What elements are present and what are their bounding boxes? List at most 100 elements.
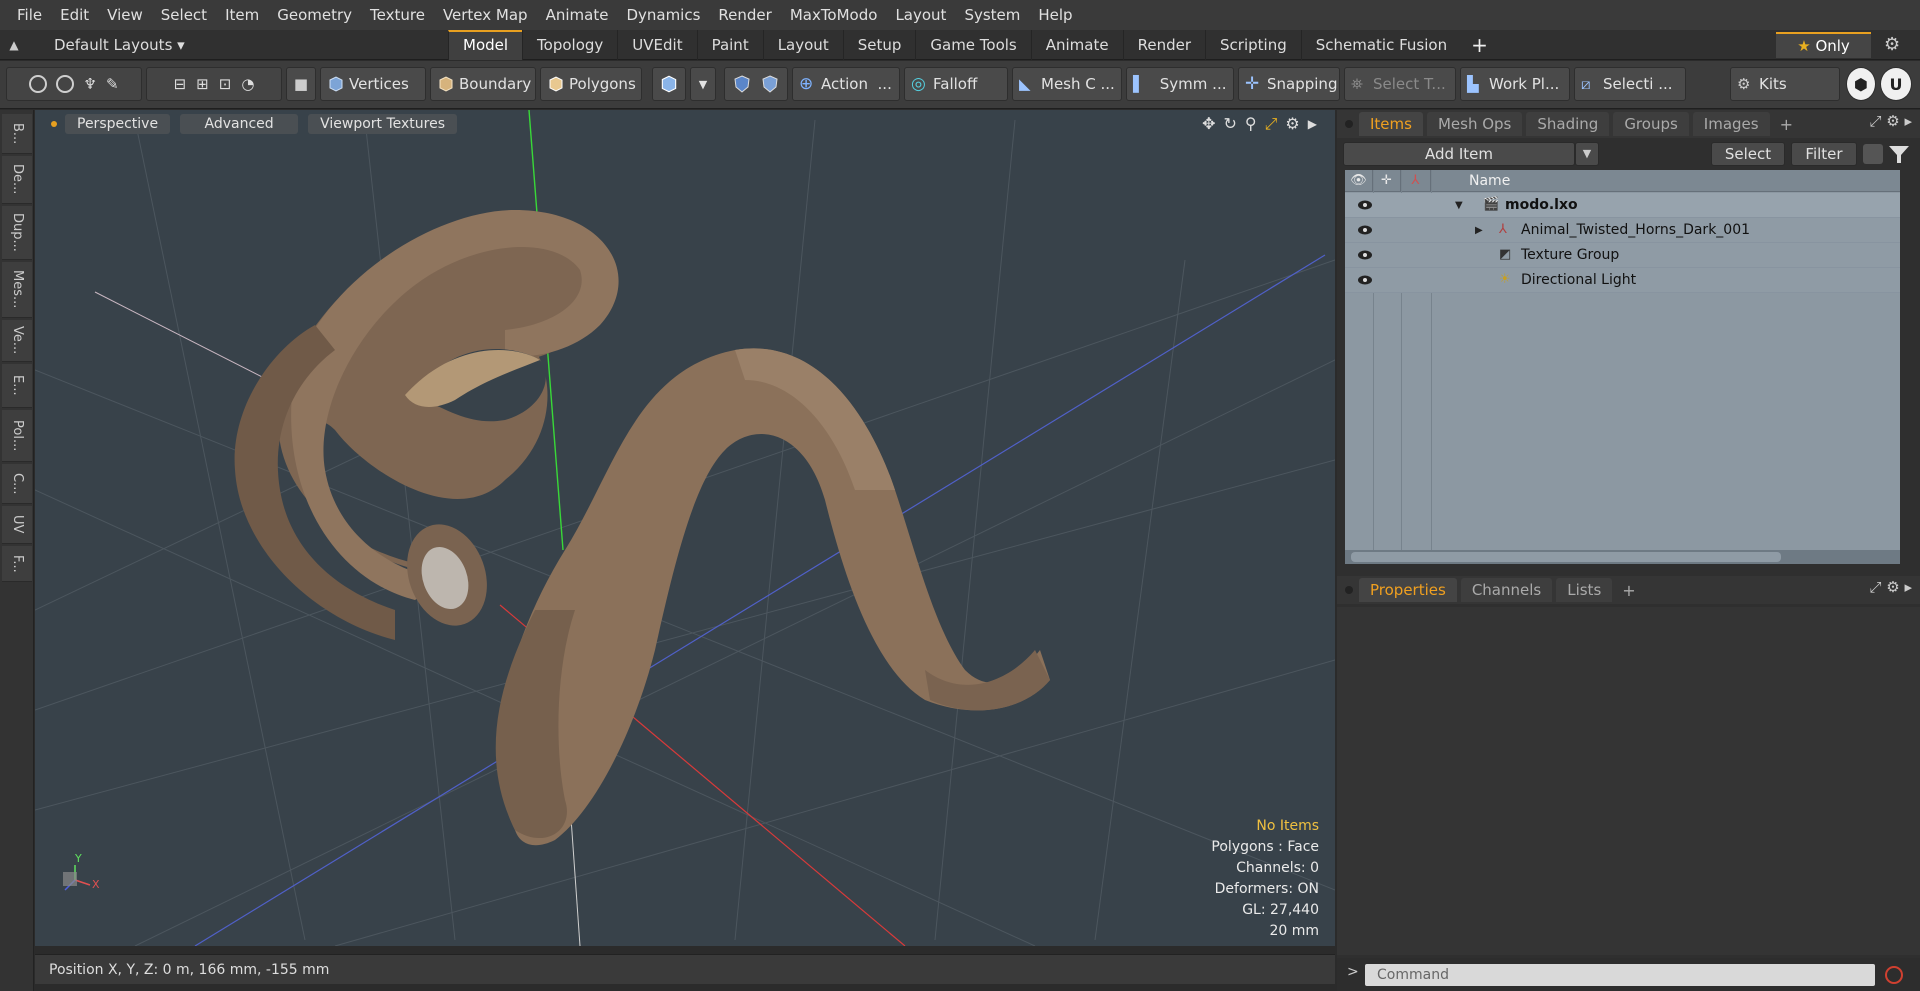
unreal-button[interactable]: U bbox=[1880, 67, 1912, 101]
tab-items[interactable]: Items bbox=[1359, 112, 1423, 136]
item-mode-button[interactable]: ■ bbox=[286, 67, 316, 101]
name-column-header[interactable]: Name bbox=[1469, 170, 1510, 192]
gear-icon[interactable]: ⚙ bbox=[1884, 30, 1900, 60]
symmetry-button[interactable]: ▌ Symm ... bbox=[1126, 67, 1234, 101]
record-icon[interactable] bbox=[1885, 966, 1903, 984]
perspective-button[interactable]: Perspective bbox=[65, 114, 171, 134]
paint-select-icon[interactable]: ✎ bbox=[106, 75, 119, 93]
selection-sets-button[interactable]: ⧄ Selecti ... bbox=[1574, 67, 1686, 101]
move-grid-icon[interactable]: ⊞ bbox=[196, 75, 209, 93]
tab-shading[interactable]: Shading bbox=[1526, 112, 1610, 136]
select-button[interactable]: Select bbox=[1711, 142, 1785, 166]
left-tab-uv[interactable]: UV bbox=[2, 506, 32, 544]
tab-images[interactable]: Images bbox=[1692, 112, 1770, 136]
pan-icon[interactable]: ✥ bbox=[1202, 114, 1215, 134]
element-icon[interactable]: ⊡ bbox=[219, 75, 232, 93]
left-tab-edge[interactable]: E... bbox=[2, 364, 32, 408]
eye-icon[interactable] bbox=[1357, 274, 1373, 286]
tab-model[interactable]: Model bbox=[448, 29, 523, 60]
list-item[interactable]: ▶ ⅄ Animal_Twisted_Horns_Dark_001 bbox=[1345, 218, 1900, 243]
eye-icon[interactable] bbox=[1357, 224, 1373, 236]
maximize-icon[interactable]: ⤢ bbox=[1265, 114, 1278, 134]
viewport-textures-button[interactable]: Viewport Textures bbox=[308, 114, 458, 134]
visibility-col-icon[interactable]: 👁 bbox=[1345, 170, 1373, 192]
list-item[interactable]: ▼ 🎬 modo.lxo bbox=[1345, 193, 1900, 218]
falloff-button[interactable]: ◎ Falloff bbox=[904, 67, 1008, 101]
action-button[interactable]: ⊕ Action ... bbox=[792, 67, 900, 101]
funnel-icon[interactable] bbox=[1889, 146, 1909, 163]
menu-animate[interactable]: Animate bbox=[537, 0, 618, 30]
menu-select[interactable]: Select bbox=[152, 0, 216, 30]
advanced-button[interactable]: Advanced bbox=[180, 114, 299, 134]
menu-edit[interactable]: Edit bbox=[51, 0, 98, 30]
lock-col-icon[interactable]: ✛ bbox=[1373, 170, 1401, 192]
tab-mesh-ops[interactable]: Mesh Ops bbox=[1426, 112, 1523, 136]
menu-layout[interactable]: Layout bbox=[886, 0, 955, 30]
command-input[interactable]: Command bbox=[1365, 964, 1875, 986]
eye-icon[interactable] bbox=[1357, 249, 1373, 261]
globe-icon[interactable] bbox=[56, 75, 75, 93]
align-icon[interactable]: ⊟ bbox=[174, 75, 187, 93]
tab-channels[interactable]: Channels bbox=[1460, 578, 1553, 602]
rotate-icon[interactable]: ↻ bbox=[1223, 114, 1236, 134]
work-plane-button[interactable]: ▙ Work Pl... bbox=[1460, 67, 1570, 101]
left-tab-basic[interactable]: B... bbox=[2, 114, 32, 154]
panel-corner-icons[interactable]: ⤢ ⚙ ▸ bbox=[1869, 578, 1912, 596]
menu-file[interactable]: File bbox=[8, 0, 51, 30]
tab-topology[interactable]: Topology bbox=[522, 29, 617, 60]
tab-game-tools[interactable]: Game Tools bbox=[915, 29, 1030, 60]
left-tab-curve[interactable]: C... bbox=[2, 464, 32, 504]
mesh-constraint-button[interactable]: ◣ Mesh C ... bbox=[1012, 67, 1122, 101]
default-layouts-dropdown[interactable]: Default Layouts ▾ bbox=[28, 36, 448, 54]
modo-cube-button[interactable]: ⬢ bbox=[1846, 67, 1876, 101]
menu-render[interactable]: Render bbox=[709, 0, 780, 30]
menu-vertex-map[interactable]: Vertex Map bbox=[434, 0, 537, 30]
add-item-button[interactable]: Add Item bbox=[1343, 142, 1575, 166]
tab-render[interactable]: Render bbox=[1122, 29, 1205, 60]
only-button[interactable]: ★ Only bbox=[1776, 32, 1871, 58]
menu-dynamics[interactable]: Dynamics bbox=[617, 0, 709, 30]
menu-item[interactable]: Item bbox=[216, 0, 268, 30]
tab-groups[interactable]: Groups bbox=[1613, 112, 1689, 136]
3d-viewport[interactable]: Y X Perspective Advanced Viewport Textur… bbox=[35, 110, 1335, 946]
viewport-gear-icon[interactable]: ⚙ bbox=[1285, 114, 1299, 134]
expand-right-icon[interactable]: ▶ bbox=[1475, 220, 1483, 241]
shield-alt-icon[interactable] bbox=[761, 75, 779, 93]
add-panel-tab-icon[interactable]: + bbox=[1774, 115, 1799, 134]
menu-maxtomodo[interactable]: MaxToModo bbox=[781, 0, 887, 30]
expand-down-icon[interactable]: ▼ bbox=[1455, 195, 1463, 216]
vertices-button[interactable]: Vertices bbox=[320, 67, 426, 101]
left-tab-duplicate[interactable]: Dup... bbox=[2, 206, 32, 260]
left-tab-fusion[interactable]: F... bbox=[2, 546, 32, 582]
tab-properties[interactable]: Properties bbox=[1359, 578, 1457, 602]
panel-corner-icons[interactable]: ⤢ ⚙ ▸ bbox=[1869, 112, 1912, 130]
menu-help[interactable]: Help bbox=[1029, 0, 1081, 30]
add-panel-tab-icon[interactable]: + bbox=[1616, 581, 1641, 600]
eye-icon[interactable] bbox=[1357, 199, 1373, 211]
polygons-button[interactable]: Polygons bbox=[540, 67, 642, 101]
collapse-up-icon[interactable]: ▲ bbox=[0, 38, 28, 52]
rotate-circle-icon[interactable]: ◔ bbox=[241, 75, 254, 93]
select-circle-icon[interactable] bbox=[29, 75, 48, 93]
zoom-icon[interactable]: ⚲ bbox=[1245, 114, 1257, 134]
list-item[interactable]: ☀ Directional Light bbox=[1345, 268, 1900, 293]
item-list-scrollbar[interactable] bbox=[1345, 550, 1900, 564]
boundary-button[interactable]: Boundary bbox=[430, 67, 536, 101]
tab-lists[interactable]: Lists bbox=[1556, 578, 1613, 602]
tab-uvedit[interactable]: UVEdit bbox=[617, 29, 696, 60]
filter-button[interactable]: Filter bbox=[1791, 142, 1857, 166]
kits-button[interactable]: ⚙ Kits bbox=[1730, 67, 1840, 101]
left-tab-polygon[interactable]: Pol... bbox=[2, 410, 32, 462]
menu-geometry[interactable]: Geometry bbox=[268, 0, 361, 30]
tab-layout[interactable]: Layout bbox=[762, 29, 843, 60]
shield-icon[interactable] bbox=[733, 75, 751, 93]
tab-setup[interactable]: Setup bbox=[842, 29, 916, 60]
collapse-list-icon[interactable] bbox=[1863, 144, 1883, 164]
menu-texture[interactable]: Texture bbox=[361, 0, 434, 30]
left-tab-deform[interactable]: De... bbox=[2, 156, 32, 204]
expand-right-icon[interactable]: ▶ bbox=[1308, 114, 1317, 134]
snapping-button[interactable]: ✛ Snapping bbox=[1238, 67, 1340, 101]
tab-scripting[interactable]: Scripting bbox=[1205, 29, 1301, 60]
mode-dropdown[interactable]: ▼ bbox=[690, 67, 716, 101]
menu-view[interactable]: View bbox=[98, 0, 152, 30]
